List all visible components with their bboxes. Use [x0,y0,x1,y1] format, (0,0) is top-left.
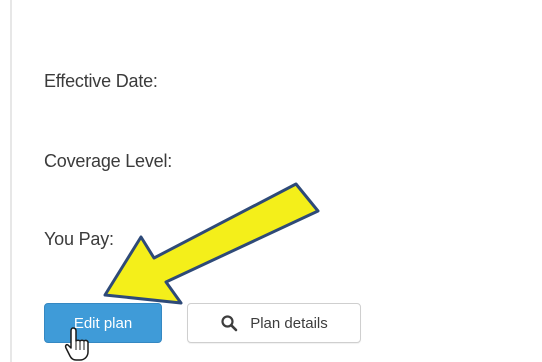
you-pay-label: You Pay: [44,229,114,249]
search-icon [220,314,238,332]
coverage-level-label: Coverage Level: [44,151,173,171]
edit-plan-button[interactable]: Edit plan [44,303,162,343]
panel-divider [10,0,12,362]
plan-summary-panel: Effective Date: Coverage Level: You Pay:… [0,0,542,362]
edit-plan-label: Edit plan [73,314,133,332]
plan-details-label: Plan details [250,314,328,332]
plan-details-button[interactable]: Plan details [187,303,361,343]
effective-date-label: Effective Date: [44,71,158,91]
